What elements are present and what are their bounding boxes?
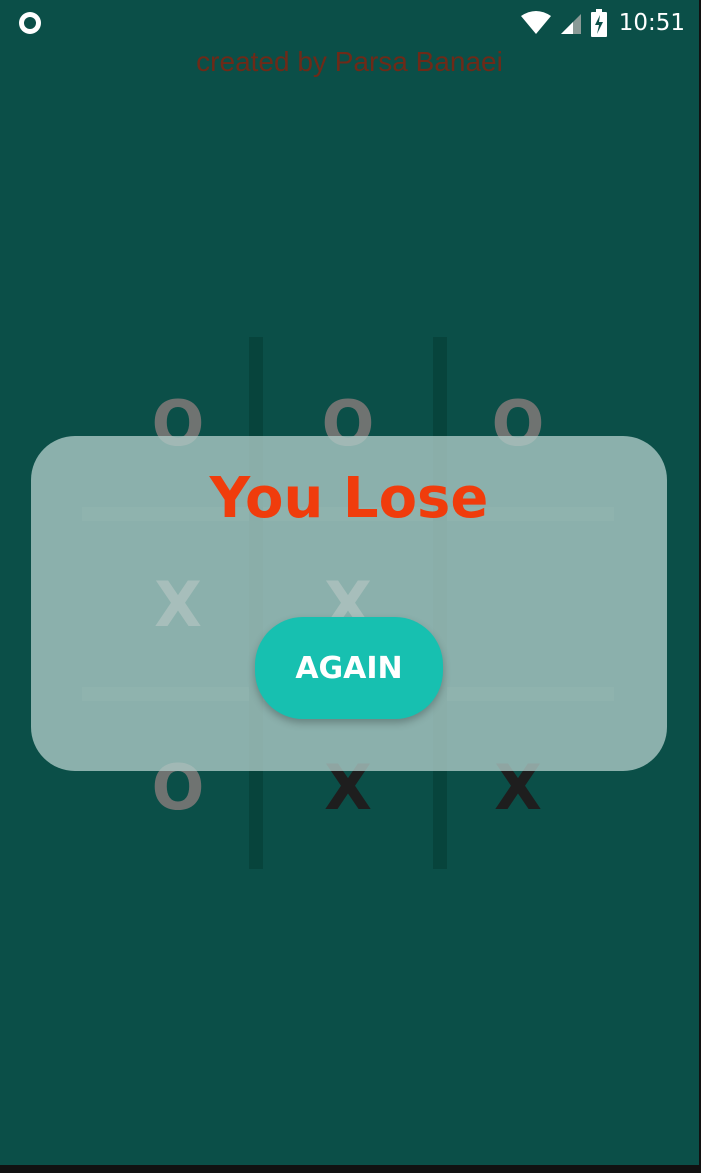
again-button[interactable]: AGAIN [255, 617, 443, 719]
game-screen: 10:51 created by Parsa Banaei O O O X X … [0, 0, 699, 1165]
result-dialog: You Lose AGAIN [31, 436, 667, 771]
result-title: You Lose [209, 466, 489, 531]
